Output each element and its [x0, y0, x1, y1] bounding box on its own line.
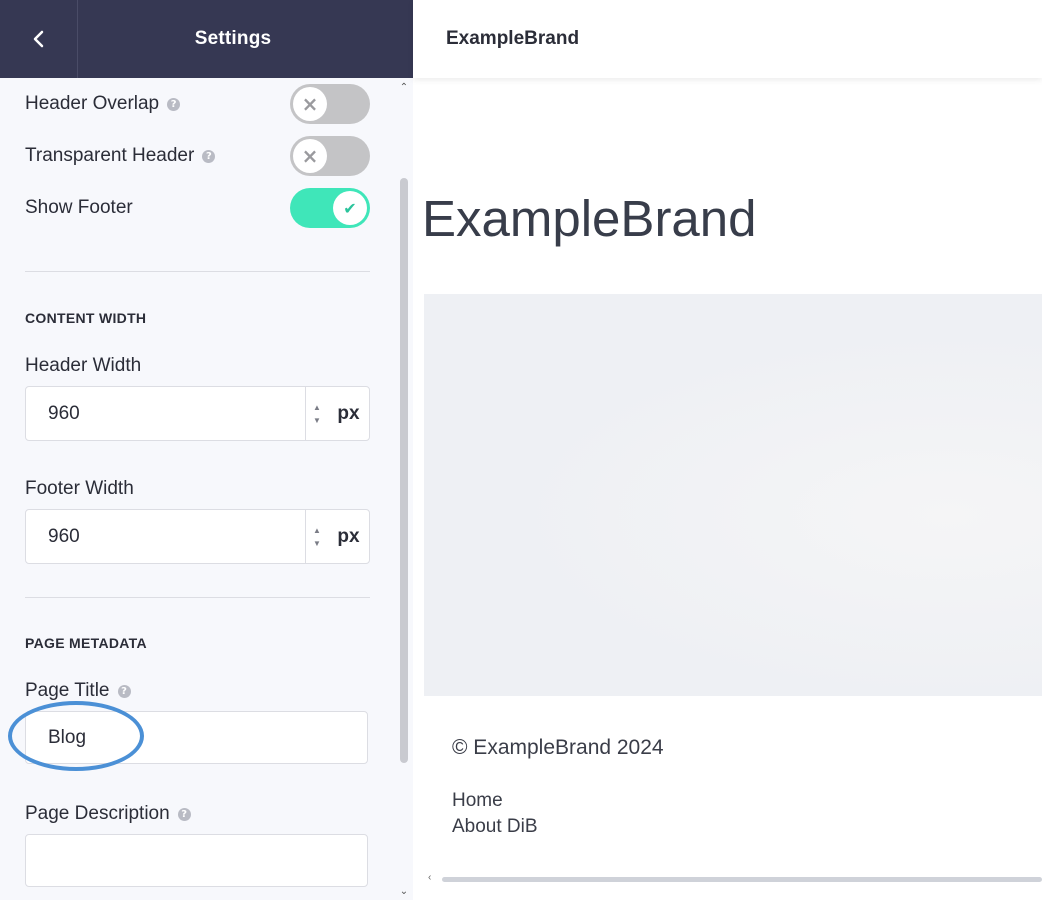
- footer-copyright: © ExampleBrand 2024: [452, 736, 664, 759]
- header-width-unit: px: [337, 402, 360, 424]
- page-description-label-text: Page Description: [25, 803, 170, 824]
- site-logo[interactable]: ExampleBrand: [422, 189, 757, 248]
- page-description-input[interactable]: [25, 834, 368, 887]
- question-circle-icon[interactable]: ?: [202, 149, 216, 163]
- x-icon: ×: [293, 139, 327, 173]
- page-description-label: Page Description ?: [25, 803, 191, 825]
- content-width-section-title: CONTENT WIDTH: [25, 310, 147, 326]
- page-title-label: Page Title ?: [25, 680, 131, 702]
- preview-horizontal-scrollbar[interactable]: ‹: [424, 872, 1042, 886]
- spin-down-icon[interactable]: ▼: [313, 539, 321, 548]
- footer-link-home[interactable]: Home: [452, 790, 538, 812]
- scroll-down-icon[interactable]: ⌄: [396, 884, 412, 898]
- site-body[interactable]: [424, 294, 1042, 696]
- divider: [25, 597, 370, 598]
- transparent-header-label: Transparent Header: [25, 145, 195, 166]
- footer-width-stepper[interactable]: ▲ ▼: [306, 510, 328, 563]
- spin-down-icon[interactable]: ▼: [313, 416, 321, 425]
- footer-width-unit: px: [337, 525, 360, 547]
- header-overlap-row: Header Overlap ? ×: [25, 84, 370, 124]
- scroll-left-icon[interactable]: ‹: [428, 872, 431, 883]
- footer-link-about[interactable]: About DiB: [452, 816, 538, 838]
- page-metadata-section-title: PAGE METADATA: [25, 635, 147, 651]
- question-circle-icon[interactable]: ?: [167, 97, 181, 111]
- header-width-label: Header Width: [25, 355, 141, 377]
- page-title-label-text: Page Title: [25, 680, 110, 701]
- footer-width-label-text: Footer Width: [25, 478, 134, 499]
- question-circle-icon[interactable]: ?: [177, 807, 191, 821]
- spin-up-icon[interactable]: ▲: [313, 403, 321, 412]
- divider: [25, 271, 370, 272]
- check-icon: ✔: [333, 191, 367, 225]
- spin-up-icon[interactable]: ▲: [313, 526, 321, 535]
- show-footer-label: Show Footer: [25, 197, 133, 218]
- question-circle-icon[interactable]: ?: [117, 684, 131, 698]
- header-overlap-toggle[interactable]: ×: [290, 84, 370, 124]
- panel-title: Settings: [194, 28, 272, 49]
- footer-width-input[interactable]: 960 ▲ ▼ px: [25, 509, 370, 564]
- back-button[interactable]: [0, 0, 78, 78]
- site-preview: ExampleBrand ExampleBrand © ExampleBrand…: [413, 0, 1042, 900]
- header-overlap-label: Header Overlap: [25, 93, 160, 114]
- scroll-thumb[interactable]: [400, 178, 408, 763]
- show-footer-toggle[interactable]: ✔: [290, 188, 370, 228]
- page-title-input[interactable]: Blog: [25, 711, 368, 764]
- footer-links: Home About DiB: [452, 790, 538, 838]
- header-width-label-text: Header Width: [25, 355, 142, 376]
- chevron-left-icon: [33, 30, 43, 48]
- preview-top-bar: ExampleBrand: [413, 0, 1042, 78]
- transparent-header-toggle[interactable]: ×: [290, 136, 370, 176]
- footer-width-label: Footer Width: [25, 478, 134, 500]
- panel-scrollbar[interactable]: ⌃ ⌄: [396, 78, 412, 900]
- header-width-value[interactable]: 960: [26, 387, 306, 440]
- show-footer-row: Show Footer ✔: [25, 188, 370, 228]
- settings-header: Settings: [0, 0, 413, 78]
- site-footer[interactable]: © ExampleBrand 2024 Home About DiB: [424, 696, 1042, 879]
- h-scroll-thumb[interactable]: [442, 877, 1042, 882]
- settings-body: Header Overlap ? × Transparent Header ? …: [0, 78, 395, 900]
- preview-canvas: ExampleBrand © ExampleBrand 2024 Home Ab…: [422, 89, 1042, 879]
- transparent-header-row: Transparent Header ? ×: [25, 136, 370, 176]
- site-header[interactable]: ExampleBrand: [422, 89, 1042, 294]
- settings-panel: Settings Header Overlap ? × Transparent …: [0, 0, 413, 900]
- header-width-input[interactable]: 960 ▲ ▼ px: [25, 386, 370, 441]
- footer-width-value[interactable]: 960: [26, 510, 306, 563]
- x-icon: ×: [293, 87, 327, 121]
- scroll-up-icon[interactable]: ⌃: [396, 80, 412, 94]
- preview-brand: ExampleBrand: [446, 28, 580, 49]
- header-width-stepper[interactable]: ▲ ▼: [306, 387, 328, 440]
